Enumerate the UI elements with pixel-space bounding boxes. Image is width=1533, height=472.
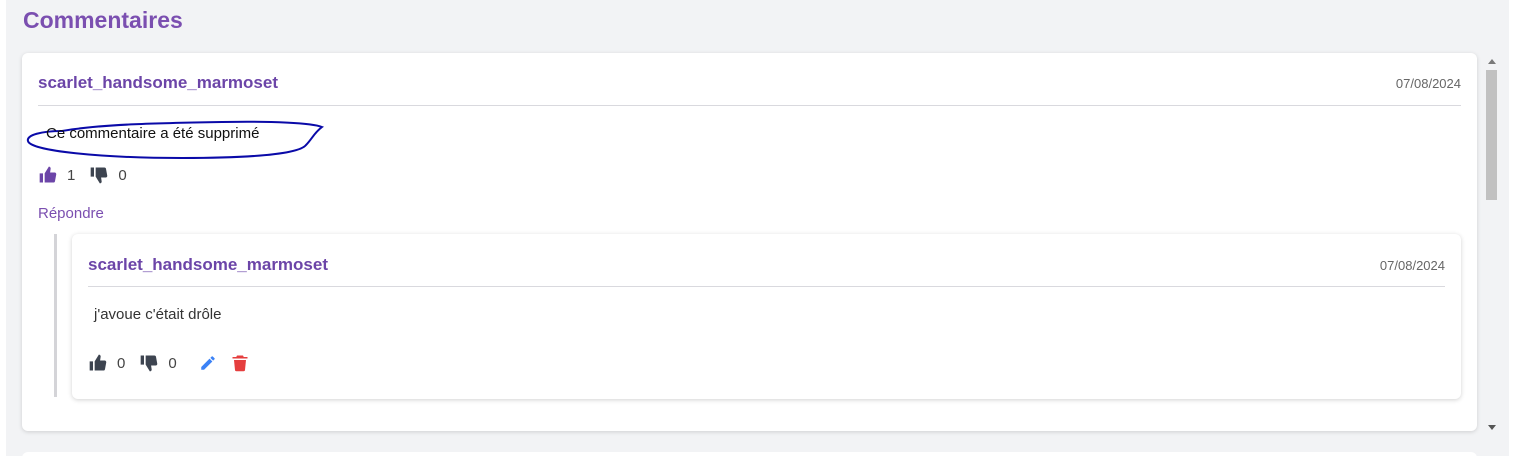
- reply-link[interactable]: Répondre: [38, 205, 104, 222]
- thread-line: [54, 234, 57, 397]
- reply-header: scarlet_handsome_marmoset 07/08/2024: [88, 255, 1445, 287]
- comments-section: Commentaires scarlet_handsome_marmoset 0…: [6, 0, 1509, 472]
- dislike-button[interactable]: 0: [89, 165, 127, 185]
- comment-date: 07/08/2024: [1395, 76, 1461, 91]
- trash-icon[interactable]: [231, 354, 249, 372]
- reply-actions: 0 0: [88, 353, 249, 373]
- comments-scroll-area[interactable]: scarlet_handsome_marmoset 07/08/2024 Ce …: [22, 53, 1477, 431]
- section-title: Commentaires: [23, 7, 183, 33]
- scroll-thumb[interactable]: [1486, 70, 1497, 200]
- like-button[interactable]: 1: [38, 165, 75, 185]
- reply-dislike-button[interactable]: 0: [139, 353, 177, 373]
- next-comment-card: [22, 452, 1477, 472]
- scroll-up-arrow-icon[interactable]: [1488, 59, 1496, 64]
- like-count: 1: [67, 166, 76, 184]
- reply-dislike-count: 0: [168, 354, 177, 372]
- comment-author[interactable]: scarlet_handsome_marmoset: [38, 73, 278, 93]
- comment-votes: 1 0: [38, 165, 141, 185]
- pencil-icon[interactable]: [199, 354, 217, 372]
- reply-author[interactable]: scarlet_handsome_marmoset: [88, 255, 328, 275]
- comment-text: Ce commentaire a été supprimé: [46, 125, 260, 142]
- dislike-count: 0: [118, 166, 127, 184]
- reply-like-button[interactable]: 0: [88, 353, 125, 373]
- scroll-down-arrow-icon[interactable]: [1488, 425, 1496, 430]
- thumbs-down-icon: [91, 167, 108, 184]
- thumbs-down-icon: [141, 355, 158, 372]
- scrollbar[interactable]: [1483, 53, 1500, 435]
- comment-header: scarlet_handsome_marmoset 07/08/2024: [38, 73, 1461, 106]
- thumbs-up-icon: [89, 354, 107, 371]
- reply-date: 07/08/2024: [1379, 258, 1445, 273]
- thumbs-up-icon: [39, 166, 57, 183]
- reply-text: j'avoue c'était drôle: [94, 306, 222, 323]
- reply-like-count: 0: [117, 354, 126, 372]
- reply-card: scarlet_handsome_marmoset 07/08/2024 j'a…: [72, 234, 1461, 399]
